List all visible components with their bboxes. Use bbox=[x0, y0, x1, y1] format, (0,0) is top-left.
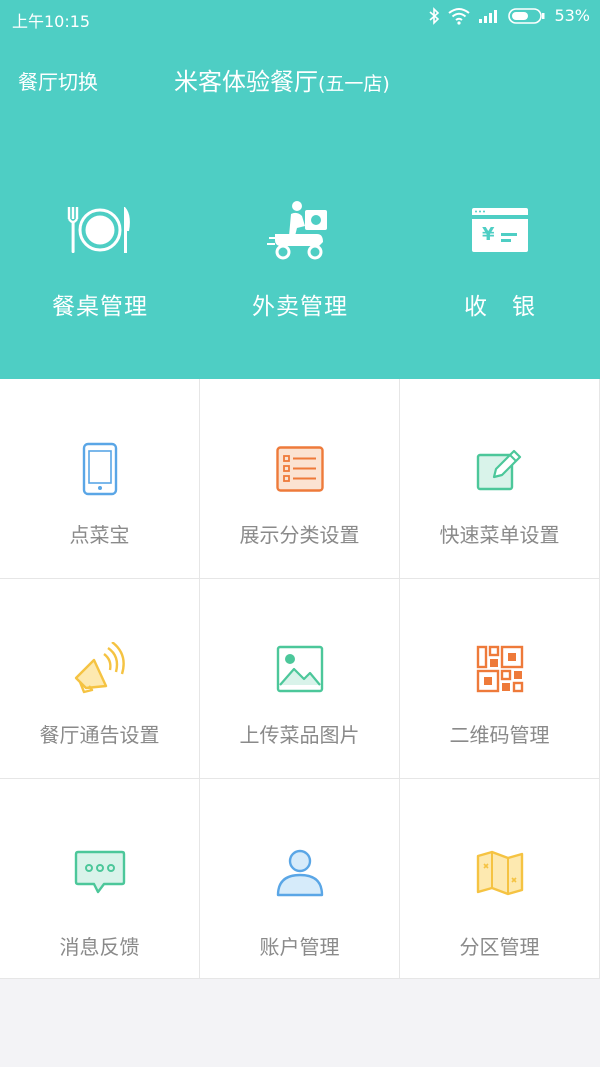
restaurant-name-text: 米客体验餐厅 bbox=[174, 68, 318, 96]
menu-item-label: 展示分类设置 bbox=[239, 523, 360, 547]
bluetooth-icon bbox=[429, 6, 440, 25]
menu-item-zone-management[interactable]: 分区管理 bbox=[400, 779, 600, 979]
list-icon bbox=[275, 446, 324, 492]
status-icons: 53% bbox=[428, 6, 590, 25]
menu-item-message-feedback[interactable]: 消息反馈 bbox=[0, 779, 200, 979]
wifi-icon bbox=[448, 7, 471, 25]
delivery-management-label: 外卖管理 bbox=[252, 294, 348, 320]
cashier-button[interactable]: ¥ 收 银 bbox=[400, 190, 600, 321]
menu-item-label: 点菜宝 bbox=[69, 523, 130, 547]
menu-item-label: 账户管理 bbox=[259, 935, 340, 959]
edit-icon bbox=[476, 449, 521, 491]
feature-grid: 点菜宝 展示分类设置 快速菜单设置 餐厅通告设置 上传菜品图片 二维码管理 消息… bbox=[0, 379, 600, 979]
header-panel: 上午10:15 53% 餐厅切换 米客体验餐厅(五一店) 餐桌管理 外卖管理 ¥… bbox=[0, 0, 600, 379]
restaurant-branch: (五一店) bbox=[318, 73, 390, 95]
menu-item-label: 分区管理 bbox=[459, 935, 540, 959]
restaurant-switch-button[interactable]: 餐厅切换 bbox=[18, 66, 98, 95]
restaurant-name: 米客体验餐厅(五一店) bbox=[174, 62, 390, 97]
cashier-card-icon: ¥ bbox=[472, 208, 528, 252]
plate-cutlery-icon bbox=[67, 207, 130, 253]
table-management-label: 餐桌管理 bbox=[52, 294, 148, 320]
battery-icon bbox=[508, 7, 545, 24]
status-time: 上午10:15 bbox=[12, 12, 91, 31]
menu-item-label: 消息反馈 bbox=[59, 935, 140, 959]
menu-item-ordering-device[interactable]: 点菜宝 bbox=[0, 379, 200, 579]
menu-item-account-management[interactable]: 账户管理 bbox=[200, 779, 400, 979]
menu-item-label: 餐厅通告设置 bbox=[39, 723, 160, 747]
image-icon bbox=[276, 645, 323, 693]
menu-item-category-settings[interactable]: 展示分类设置 bbox=[200, 379, 400, 579]
menu-item-label: 快速菜单设置 bbox=[439, 523, 560, 547]
battery-percent: 53% bbox=[554, 6, 590, 25]
user-icon bbox=[276, 849, 323, 897]
signal-icon bbox=[479, 9, 498, 23]
menu-item-label: 二维码管理 bbox=[449, 723, 550, 747]
menu-item-notice-settings[interactable]: 餐厅通告设置 bbox=[0, 579, 200, 779]
cashier-label: 收 银 bbox=[464, 294, 536, 320]
top-bar: 餐厅切换 米客体验餐厅(五一店) bbox=[0, 60, 600, 100]
speaker-icon bbox=[74, 642, 125, 694]
delivery-management-button[interactable]: 外卖管理 bbox=[200, 190, 400, 321]
delivery-scooter-icon bbox=[267, 201, 327, 260]
svg-text:¥: ¥ bbox=[482, 224, 495, 245]
menu-item-upload-dish-images[interactable]: 上传菜品图片 bbox=[200, 579, 400, 779]
menu-item-qrcode-management[interactable]: 二维码管理 bbox=[400, 579, 600, 779]
chat-bubble-icon bbox=[74, 850, 125, 894]
status-bar: 上午10:15 53% bbox=[0, 0, 600, 36]
qrcode-icon bbox=[476, 645, 523, 693]
phone-icon bbox=[82, 442, 117, 496]
table-management-button[interactable]: 餐桌管理 bbox=[0, 190, 200, 321]
map-icon bbox=[476, 850, 523, 896]
menu-item-quick-menu-settings[interactable]: 快速菜单设置 bbox=[400, 379, 600, 579]
menu-item-label: 上传菜品图片 bbox=[239, 723, 360, 747]
